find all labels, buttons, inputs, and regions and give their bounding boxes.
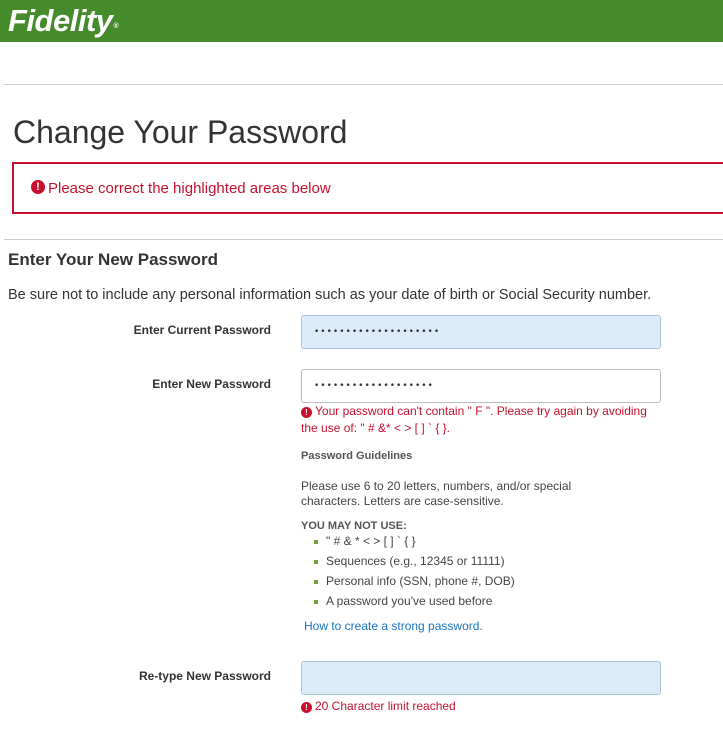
current-password-input[interactable]: •••••••••••••••••••• [301, 315, 661, 349]
retype-password-error-text: 20 Character limit reached [315, 699, 456, 713]
section-title: Enter Your New Password [8, 250, 219, 269]
retype-password-error: ! 20 Character limit reached [301, 698, 456, 715]
list-item: " # & * < > [ ] ` { } [314, 533, 515, 553]
divider [4, 84, 723, 85]
new-password-error-line2: the use of: " # &* < > [ ] ` { }. [301, 421, 451, 435]
list-item: Sequences (e.g., 12345 or 11111) [314, 553, 515, 573]
strong-password-help-link[interactable]: How to create a strong password. [304, 619, 483, 633]
error-summary-box: ! Please correct the highlighted areas b… [12, 162, 723, 214]
guidelines-text: Please use 6 to 20 letters, numbers, and… [301, 479, 572, 508]
divider [4, 239, 723, 240]
alert-circle-icon: ! [301, 407, 312, 418]
fidelity-logo[interactable]: Fidelity® [8, 3, 119, 39]
new-password-input[interactable]: ••••••••••••••••••• [301, 369, 661, 403]
retype-password-input[interactable] [301, 661, 661, 695]
guidelines-title: Password Guidelines [301, 450, 413, 462]
retype-password-label: Re-type New Password [138, 669, 271, 683]
alert-circle-icon: ! [301, 702, 312, 713]
bullet-icon [314, 580, 318, 584]
alert-circle-icon: ! [31, 180, 45, 194]
header-bar: Fidelity® [0, 0, 723, 42]
bullet-icon [314, 600, 318, 604]
new-password-error: ! Your password can't contain " F ". Plea… [301, 403, 647, 437]
section-description: Be sure not to include any personal info… [8, 287, 652, 303]
list-item: Personal info (SSN, phone #, DOB) [314, 573, 515, 593]
page-title: Change Your Password [13, 114, 348, 150]
not-use-title: YOU MAY NOT USE: [301, 520, 407, 532]
bullet-icon [314, 560, 318, 564]
new-password-error-line1: Your password can't contain " F ". Pleas… [315, 404, 647, 418]
error-summary-text: Please correct the highlighted areas bel… [48, 180, 331, 197]
not-use-list: " # & * < > [ ] ` { } Sequences (e.g., 1… [314, 533, 515, 613]
new-password-label: Enter New Password [152, 377, 271, 391]
current-password-label: Enter Current Password [133, 323, 271, 337]
bullet-icon [314, 540, 318, 544]
list-item: A password you've used before [314, 593, 515, 613]
